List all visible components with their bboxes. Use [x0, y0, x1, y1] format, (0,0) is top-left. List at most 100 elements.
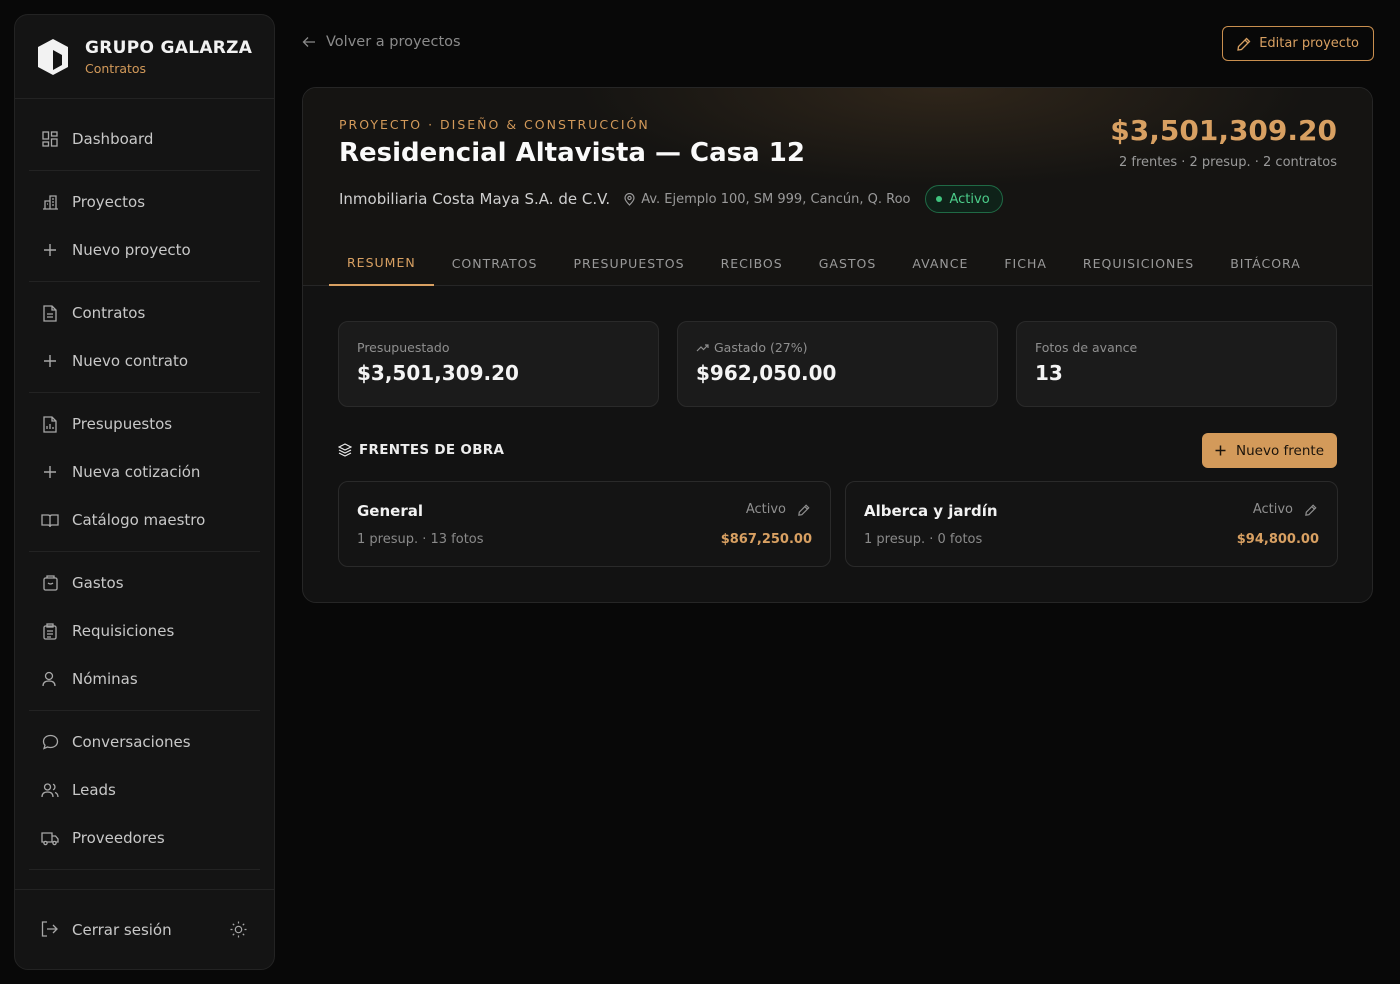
building-icon	[41, 193, 59, 211]
address-text: Av. Ejemplo 100, SM 999, Cancún, Q. Roo	[641, 191, 911, 207]
stat-card-gastado: Gastado (27%) $962,050.00	[677, 321, 998, 407]
sidebar-item-conversaciones[interactable]: Conversaciones	[29, 718, 260, 766]
front-status-text: Activo	[1252, 502, 1293, 517]
stat-card-presupuestado: Presupuestado $3,501,309.20	[338, 321, 659, 407]
back-to-projects-link[interactable]: Volver a proyectos	[302, 34, 461, 50]
stat-label-row: Gastado (27%)	[696, 340, 979, 355]
project-total: $3,501,309.20	[1110, 114, 1337, 147]
edit-project-button[interactable]: Editar proyecto	[1222, 26, 1374, 61]
sidebar-item-leads[interactable]: Leads	[29, 766, 260, 814]
tab-avance[interactable]: AVANCE	[894, 240, 986, 286]
sidebar-item-dashboard[interactable]: Dashboard	[29, 115, 260, 163]
tab-presupuestos[interactable]: PRESUPUESTOS	[555, 240, 702, 286]
brand-name: GRUPO GALARZA	[85, 37, 253, 58]
map-pin-icon	[624, 192, 635, 206]
sidebar-item-label: Leads	[72, 781, 116, 799]
tab-bitacora[interactable]: BITÁCORA	[1212, 240, 1319, 286]
tab-ficha[interactable]: FICHA	[986, 240, 1065, 286]
stats-row: Presupuestado $3,501,309.20 Gastado (27%…	[338, 321, 1337, 407]
document-icon	[41, 304, 59, 322]
tab-contratos[interactable]: CONTRATOS	[434, 240, 556, 286]
sidebar-item-nominas[interactable]: Nóminas	[29, 655, 260, 703]
layers-icon	[338, 443, 352, 457]
divider	[29, 551, 260, 552]
page-title: Residencial Altavista — Casa 12	[339, 138, 805, 168]
add-front-label: Nuevo frente	[1236, 442, 1324, 459]
sidebar-item-gastos[interactable]: Gastos	[29, 559, 260, 607]
sidebar-nav: Dashboard Proyectos Nuevo proyecto Contr…	[15, 115, 274, 870]
client-name: Inmobiliaria Costa Maya S.A. de C.V.	[339, 190, 611, 208]
sidebar-item-nueva-cotizacion[interactable]: Nueva cotización	[29, 448, 260, 496]
sidebar-item-catalogo-maestro[interactable]: Catálogo maestro	[29, 496, 260, 544]
truck-icon	[41, 829, 59, 847]
sidebar-item-requisiciones[interactable]: Requisiciones	[29, 607, 260, 655]
sidebar-item-contratos[interactable]: Contratos	[29, 289, 260, 337]
add-front-button[interactable]: Nuevo frente	[1202, 433, 1337, 468]
project-meta: Inmobiliaria Costa Maya S.A. de C.V. Av.…	[339, 185, 1003, 213]
sun-icon[interactable]	[230, 921, 248, 939]
front-card[interactable]: Alberca y jardín Activo 1 presup. · 0 fo…	[845, 481, 1338, 567]
pencil-icon[interactable]	[1305, 503, 1317, 516]
brand-subtitle: Contratos	[85, 60, 147, 76]
fronts-list: General Activo 1 presup. · 13 fotos $867…	[338, 481, 1338, 567]
front-card[interactable]: General Activo 1 presup. · 13 fotos $867…	[338, 481, 831, 567]
status-dot	[935, 196, 942, 202]
sidebar-item-label: Dashboard	[72, 130, 154, 148]
logout-label: Cerrar sesión	[72, 920, 172, 939]
tab-recibos[interactable]: RECIBOS	[703, 240, 801, 286]
stat-label: Fotos de avance	[1035, 340, 1138, 355]
stat-label: Gastado (27%)	[714, 340, 808, 355]
front-detail: 1 presup. · 13 fotos	[357, 532, 484, 547]
project-address: Av. Ejemplo 100, SM 999, Cancún, Q. Roo	[624, 191, 911, 207]
brand-logo-icon	[38, 38, 68, 75]
clipboard-icon	[41, 622, 59, 640]
plus-icon	[41, 241, 59, 259]
sidebar-item-label: Contratos	[72, 304, 146, 322]
sidebar-item-nuevo-proyecto[interactable]: Nuevo proyecto	[29, 226, 260, 274]
sidebar-item-label: Proveedores	[72, 829, 165, 847]
arrow-left-icon	[302, 37, 315, 47]
front-amount: $94,800.00	[1236, 532, 1319, 547]
book-icon	[41, 511, 59, 529]
wallet-icon	[41, 574, 59, 592]
stat-value: $962,050.00	[696, 361, 837, 385]
pencil-icon[interactable]	[798, 503, 810, 516]
front-detail: 1 presup. · 0 fotos	[864, 532, 983, 547]
sidebar-item-label: Presupuestos	[72, 415, 173, 433]
divider	[29, 170, 260, 171]
plus-icon	[1215, 445, 1226, 456]
sidebar-item-label: Proyectos	[72, 193, 146, 211]
back-label: Volver a proyectos	[326, 34, 461, 50]
tab-gastos[interactable]: GASTOS	[801, 240, 895, 286]
sidebar-item-proveedores[interactable]: Proveedores	[29, 814, 260, 862]
logout-button[interactable]: Cerrar sesión	[41, 921, 172, 939]
divider	[29, 869, 260, 870]
sidebar-item-label: Nuevo proyecto	[72, 241, 191, 259]
sidebar-item-presupuestos[interactable]: Presupuestos	[29, 400, 260, 448]
project-header: PROYECTO · DISEÑO & CONSTRUCCIÓN Residen…	[303, 88, 1372, 286]
front-status: Activo	[1253, 502, 1317, 517]
divider	[29, 281, 260, 282]
stat-value: $3,501,309.20	[357, 361, 519, 385]
dashboard-icon	[41, 130, 59, 148]
edit-project-label: Editar proyecto	[1259, 36, 1359, 51]
sidebar-item-nuevo-contrato[interactable]: Nuevo contrato	[29, 337, 260, 385]
front-name: Alberca y jardín	[864, 502, 998, 520]
tab-resumen[interactable]: RESUMEN	[329, 240, 434, 286]
sidebar: GRUPO GALARZA Contratos Dashboard Proyec…	[14, 14, 275, 970]
front-status: Activo	[746, 502, 810, 517]
spreadsheet-icon	[41, 415, 59, 433]
project-summary: 2 frentes · 2 presup. · 2 contratos	[1118, 155, 1337, 170]
project-eyebrow: PROYECTO · DISEÑO & CONSTRUCCIÓN	[339, 117, 650, 132]
front-name: General	[357, 502, 423, 520]
brand: GRUPO GALARZA Contratos	[15, 15, 274, 99]
sidebar-item-label: Catálogo maestro	[72, 511, 206, 529]
status-badge: Activo	[924, 185, 1003, 213]
tab-requisiciones[interactable]: REQUISICIONES	[1065, 240, 1212, 286]
sidebar-item-proyectos[interactable]: Proyectos	[29, 178, 260, 226]
pencil-icon	[1237, 37, 1251, 51]
project-card: PROYECTO · DISEÑO & CONSTRUCCIÓN Residen…	[302, 87, 1373, 603]
sidebar-item-label: Requisiciones	[72, 622, 175, 640]
sidebar-item-label: Gastos	[72, 574, 124, 592]
sidebar-item-label: Nuevo contrato	[72, 352, 189, 370]
